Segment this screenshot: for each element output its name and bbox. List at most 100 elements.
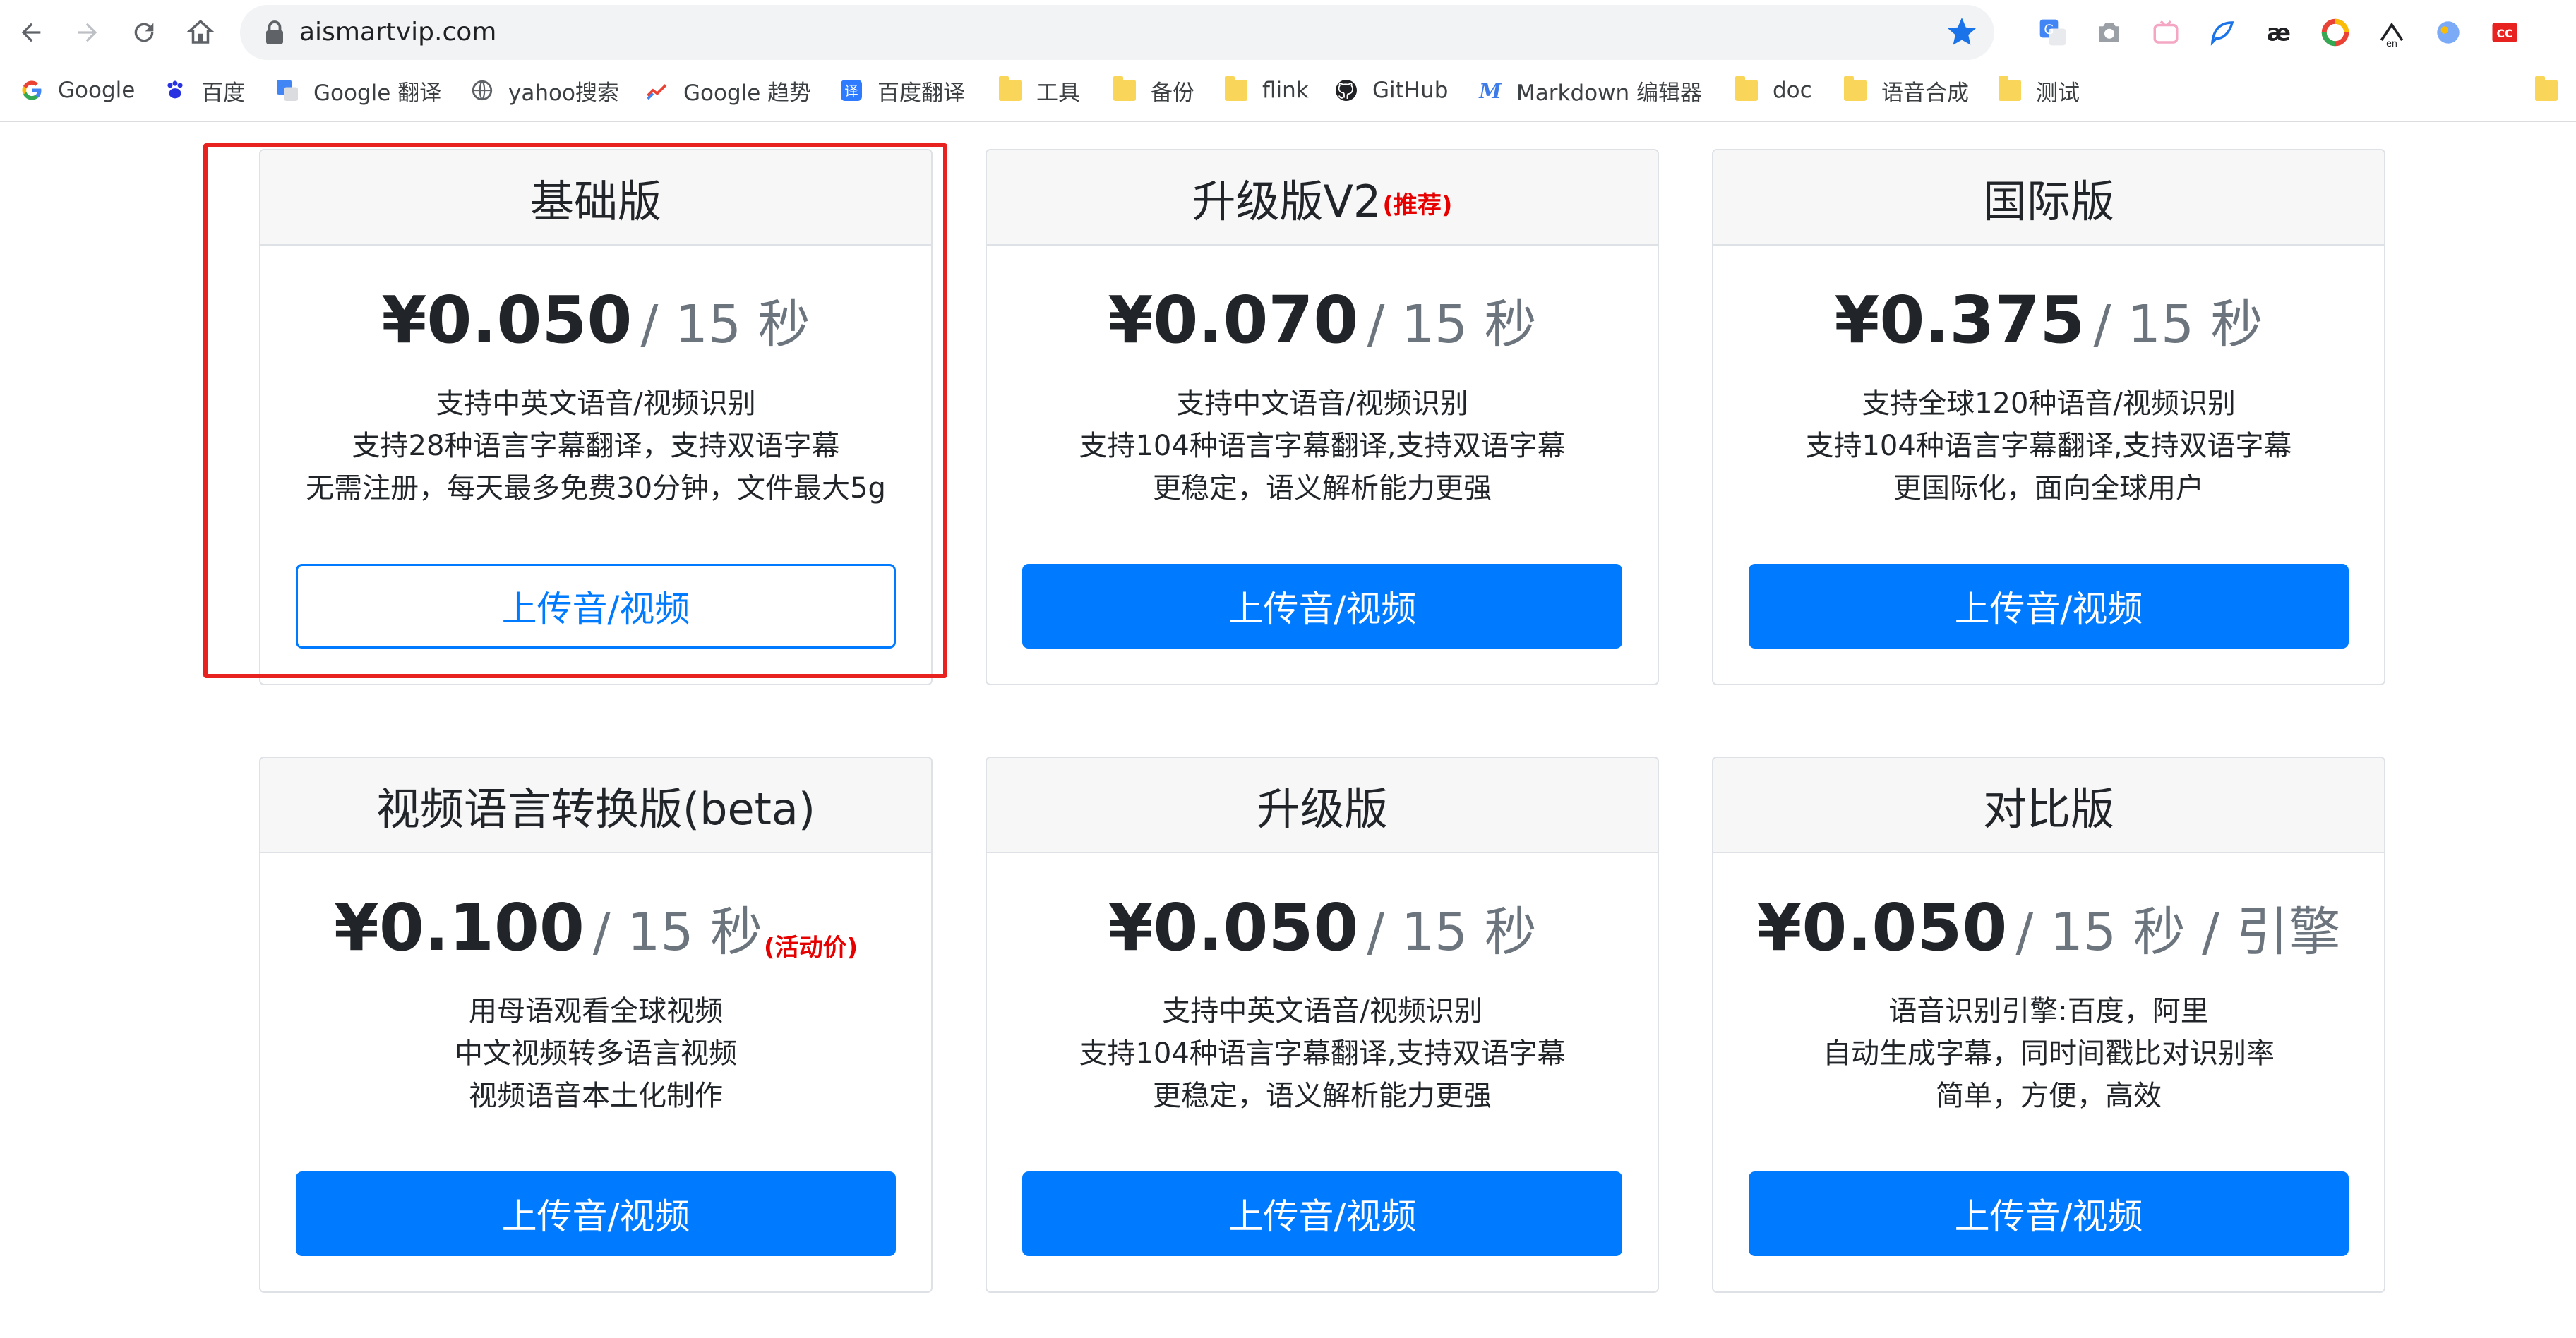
bookmark-folder-test[interactable]: 测试 <box>1996 66 2080 115</box>
bookmark-label: 测试 <box>2036 80 2080 106</box>
bookmark-google[interactable]: Google <box>18 66 135 115</box>
url-text[interactable]: aismartvip.com <box>299 5 496 60</box>
bookmark-baidu-translate[interactable]: 译 百度翻译 <box>838 66 965 115</box>
forward-arrow-icon[interactable] <box>66 11 109 54</box>
feature-line: 视频语音本土化制作 <box>469 1080 723 1112</box>
feature-line: 更稳定，语义解析能力更强 <box>1153 1080 1492 1112</box>
price-unit: / 15 秒 <box>1367 902 1537 963</box>
bookmark-google-translate[interactable]: Google 翻译 <box>274 66 441 115</box>
bookmark-folder-backup[interactable]: 备份 <box>1111 66 1194 115</box>
bilibili-extension-icon[interactable] <box>2150 16 2182 49</box>
bookmark-overflow-folder[interactable] <box>2533 66 2572 115</box>
bookmark-label: Google 翻译 <box>313 80 442 106</box>
plan-features: 用母语观看全球视频 中文视频转多语言视频 视频语音本土化制作 <box>260 990 931 1117</box>
bookmark-label: Google 趋势 <box>683 80 812 106</box>
recommended-badge: (推荐) <box>1382 191 1453 219</box>
plan-title: 对比版 <box>1713 758 2384 853</box>
plan-card-upgrade: 升级版 ¥0.050/ 15 秒 支持中英文语音/视频识别 支持104种语言字幕… <box>986 757 1659 1293</box>
bookmark-folder-doc[interactable]: doc <box>1733 66 1812 115</box>
folder-icon <box>1733 76 1760 104</box>
feature-line: 更国际化，面向全球用户 <box>1893 472 2204 505</box>
price-amount: ¥0.100 <box>333 890 585 965</box>
svg-text:译: 译 <box>844 83 858 100</box>
globe-extension-icon[interactable] <box>2432 16 2464 49</box>
plan-price: ¥0.050/ 15 秒 / 引擎 <box>1713 893 2384 963</box>
folder-icon <box>2533 76 2560 104</box>
price-unit: / 15 秒 <box>592 902 763 963</box>
bookmark-folder-tools[interactable]: 工具 <box>997 66 1080 115</box>
plan-card-basic: 基础版 ¥0.050/ 15 秒 支持中英文语音/视频识别 支持28种语言字幕翻… <box>259 149 933 685</box>
feature-line: 简单，方便，高效 <box>1936 1080 2162 1112</box>
plan-price: ¥0.050/ 15 秒 <box>260 285 931 356</box>
baidu-translate-icon: 译 <box>838 77 865 104</box>
upload-button[interactable]: 上传音/视频 <box>1749 564 2349 649</box>
plan-title: 基础版 <box>260 150 931 246</box>
trends-icon <box>644 77 671 104</box>
feature-line: 中文视频转多语言视频 <box>455 1037 737 1070</box>
feature-line: 支持104种语言字幕翻译,支持双语字幕 <box>1079 430 1566 462</box>
home-icon[interactable] <box>179 11 222 54</box>
github-icon <box>1333 77 1360 104</box>
feature-line: 自动生成字幕，同时间戳比对识别率 <box>1823 1037 2275 1070</box>
markdown-icon: M <box>1477 77 1504 104</box>
globe-icon <box>469 77 496 104</box>
plan-price: ¥0.050/ 15 秒 <box>987 893 1658 963</box>
feature-line: 支持全球120种语音/视频识别 <box>1862 387 2236 420</box>
upload-button[interactable]: 上传音/视频 <box>1022 564 1622 649</box>
bookmark-markdown-editor[interactable]: M Markdown 编辑器 <box>1477 66 1702 115</box>
feature-line: 无需注册，每天最多免费30分钟，文件最大5g <box>306 472 886 505</box>
feature-line: 支持中英文语音/视频识别 <box>436 387 756 420</box>
plan-features: 语音识别引擎:百度，阿里 自动生成字幕，同时间戳比对识别率 简单，方便，高效 <box>1713 990 2384 1117</box>
price-unit: / 15 秒 <box>2093 294 2263 355</box>
plan-card-comparison: 对比版 ¥0.050/ 15 秒 / 引擎 语音识别引擎:百度，阿里 自动生成字… <box>1712 757 2385 1293</box>
price-amount: ¥0.375 <box>1834 282 2085 358</box>
baidu-paw-icon <box>162 77 188 104</box>
plan-features: 支持全球120种语音/视频识别 支持104种语言字幕翻译,支持双语字幕 更国际化… <box>1713 382 2384 510</box>
bookmark-baidu[interactable]: 百度 <box>162 66 245 115</box>
ae-extension-icon[interactable]: æ <box>2263 16 2295 49</box>
chrome-ring-extension-icon[interactable] <box>2319 16 2352 49</box>
feature-line: 支持28种语言字幕翻译，支持双语字幕 <box>352 430 840 462</box>
bookmark-label: yahoo搜索 <box>508 80 619 106</box>
google-icon <box>18 77 45 104</box>
bookmark-folder-speech-synthesis[interactable]: 语音合成 <box>1842 66 1969 115</box>
feature-line: 更稳定，语义解析能力更强 <box>1153 472 1492 505</box>
svg-text:CC: CC <box>2496 27 2512 40</box>
feature-line: 支持104种语言字幕翻译,支持双语字幕 <box>1805 430 2292 462</box>
svg-text:M: M <box>1478 79 1502 102</box>
folder-icon <box>1111 76 1138 104</box>
plan-title: 视频语言转换版(beta) <box>260 758 931 853</box>
upload-button[interactable]: 上传音/视频 <box>1022 1171 1622 1256</box>
camera-extension-icon[interactable] <box>2093 16 2126 49</box>
bookmark-folder-flink[interactable]: flink <box>1223 66 1309 115</box>
cc-extension-icon[interactable]: CC <box>2488 16 2521 49</box>
translate-extension-icon[interactable]: G <box>2037 16 2069 49</box>
folder-icon <box>1996 76 2023 104</box>
feature-line: 支持中文语音/视频识别 <box>1176 387 1468 420</box>
price-amount: ¥0.050 <box>1108 890 1359 965</box>
address-bar[interactable]: aismartvip.com <box>240 5 1994 60</box>
folder-icon <box>1223 76 1250 104</box>
svg-text:æ: æ <box>2267 20 2291 47</box>
price-amount: ¥0.070 <box>1108 282 1359 358</box>
promo-price-badge: (活动价) <box>764 934 858 962</box>
en-extension-icon[interactable]: en <box>2376 16 2408 49</box>
bookmark-star-icon[interactable] <box>1945 15 1979 52</box>
feature-line: 语音识别引擎:百度，阿里 <box>1888 995 2209 1027</box>
plan-card-video-language-conversion: 视频语言转换版(beta) ¥0.100/ 15 秒(活动价) 用母语观看全球视… <box>259 757 933 1293</box>
bookmark-label: doc <box>1773 78 1812 103</box>
plan-features: 支持中英文语音/视频识别 支持104种语言字幕翻译,支持双语字幕 更稳定，语义解… <box>987 990 1658 1117</box>
plan-features: 支持中文语音/视频识别 支持104种语言字幕翻译,支持双语字幕 更稳定，语义解析… <box>987 382 1658 510</box>
feather-extension-icon[interactable] <box>2206 16 2239 49</box>
upload-button[interactable]: 上传音/视频 <box>296 564 896 649</box>
upload-button[interactable]: 上传音/视频 <box>1749 1171 2349 1256</box>
bookmark-github[interactable]: GitHub <box>1333 66 1448 115</box>
plan-title: 升级版V2 (推荐) <box>987 150 1658 246</box>
bookmark-label: 百度 <box>201 80 245 106</box>
bookmark-google-trends[interactable]: Google 趋势 <box>644 66 811 115</box>
reload-icon[interactable] <box>123 11 165 54</box>
price-amount: ¥0.050 <box>1756 890 2008 965</box>
bookmark-yahoo[interactable]: yahoo搜索 <box>469 66 619 115</box>
back-arrow-icon[interactable] <box>10 11 52 54</box>
upload-button[interactable]: 上传音/视频 <box>296 1171 896 1256</box>
